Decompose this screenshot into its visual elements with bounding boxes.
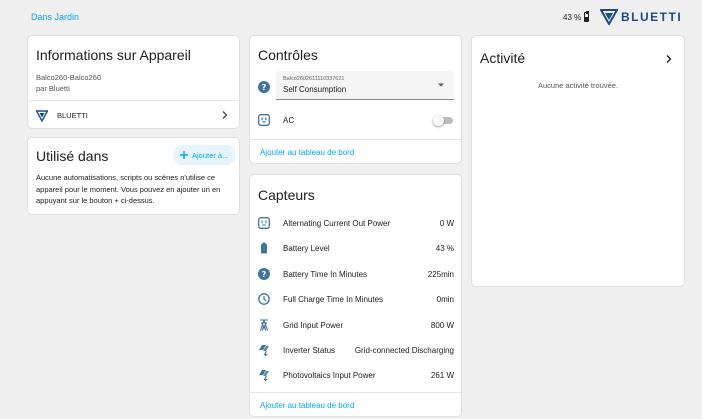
add-to-button-label: Ajouter à... [192,151,229,160]
integration-label: BLUETTI [57,111,88,120]
divider [250,392,461,393]
ac-toggle-thumb [433,115,444,126]
bluetti-logo-icon [600,9,618,25]
sensors-add-to-dashboard-link[interactable]: Ajouter au tableau de bord [260,401,354,410]
battery-icon [261,242,267,254]
solar-power-icon [259,345,269,356]
svg-text:?: ? [262,83,267,92]
sensor-row[interactable]: Grid Input Power 800 W [250,317,461,337]
chevron-right-icon [222,111,228,119]
breadcrumb[interactable]: Dans Jardin [31,12,79,22]
sensors-title: Capteurs [258,187,315,203]
device-model: Balco260-Balco260 [36,73,102,82]
sensor-value: 0 W [439,219,454,228]
sensor-row[interactable]: ? Battery Time In Minutes 225min [250,266,461,286]
help-circle-icon: ? [258,267,270,280]
clock-icon [258,293,270,306]
sensor-value: Grid-connected Discharging [354,346,454,355]
bluetti-integration-icon [36,110,48,122]
sensor-row[interactable]: Battery Level 43 % [250,240,461,260]
power-socket-icon [258,114,270,126]
sensor-label: Full Charge Time In Minutes [283,295,384,305]
header-battery: 43 % [563,11,590,22]
sensor-row[interactable]: Inverter Status Grid-connected Dischargin… [250,342,461,362]
sensor-label: Battery Time In Minutes [283,269,368,279]
divider [250,139,461,140]
sensor-label: Grid Input Power [283,320,344,330]
transmission-tower-icon [259,319,269,331]
add-to-button[interactable]: Ajouter à... [173,145,236,165]
sensor-row[interactable]: Full Charge Time In Minutes 0min [250,291,461,311]
integration-row[interactable]: BLUETTI [28,102,239,128]
sensor-value: 800 W [430,320,454,330]
mode-select-label: Balco2602611110337621 [283,76,345,82]
sensor-label: Battery Level [283,244,330,254]
brand-text: BLUETTI [621,10,683,24]
sensor-label: Alternating Current Out Power [283,219,391,228]
svg-text:?: ? [262,270,267,279]
mode-select-value: Self Consumption [283,85,347,94]
help-circle-icon: ? [258,81,270,93]
sensor-label: Inverter Status [283,346,336,355]
chevron-right-icon[interactable] [664,54,674,64]
device-info-title: Informations sur Appareil [36,47,191,63]
controls-title: Contrôles [258,47,318,63]
plus-icon [180,151,188,159]
sensor-value: 225min [427,269,454,279]
device-manufacturer: par Bluetti [36,84,70,93]
controls-card: Contrôles ? Balco2602611110337621 Self C… [249,35,462,164]
device-info-card: Informations sur Appareil Balco260-Balco… [27,35,240,129]
used-in-description: Aucune automatisations, scripts ou scène… [36,173,221,205]
mode-select[interactable]: Balco2602611110337621 Self Consumption [276,71,454,100]
sensors-card: Capteurs Alternating Current Out Power 0 … [249,174,462,417]
activity-empty-text: Aucune activité trouvée. [537,81,619,90]
sensor-value: 261 W [430,371,454,381]
dropdown-arrow-icon [438,83,444,87]
header-battery-text: 43 % [563,12,582,22]
sensor-value: 0min [436,295,454,305]
sensor-label: Photovoltaics Input Power [283,371,376,381]
controls-add-to-dashboard-link[interactable]: Ajouter au tableau de bord [260,148,354,157]
battery-icon [584,11,590,22]
sensor-row[interactable]: Alternating Current Out Power 0 W [250,215,461,235]
power-socket-icon [258,217,270,229]
ac-toggle[interactable] [433,115,454,126]
sensor-value: 43 % [435,244,454,254]
used-in-title: Utilisé dans [36,148,109,164]
ac-label: AC [283,116,295,125]
activity-card: Activité Aucune activité trouvée. [471,35,685,287]
activity-title: Activité [480,50,526,66]
solar-power-icon [259,370,269,382]
top-bar: Dans Jardin 43 % BLUETTI [0,0,702,34]
used-in-card: Utilisé dans Ajouter à... Aucune automat… [27,137,240,215]
divider [28,100,239,101]
sensor-row[interactable]: Photovoltaics Input Power 261 W [250,367,461,387]
brand-logo: BLUETTI [600,9,682,25]
